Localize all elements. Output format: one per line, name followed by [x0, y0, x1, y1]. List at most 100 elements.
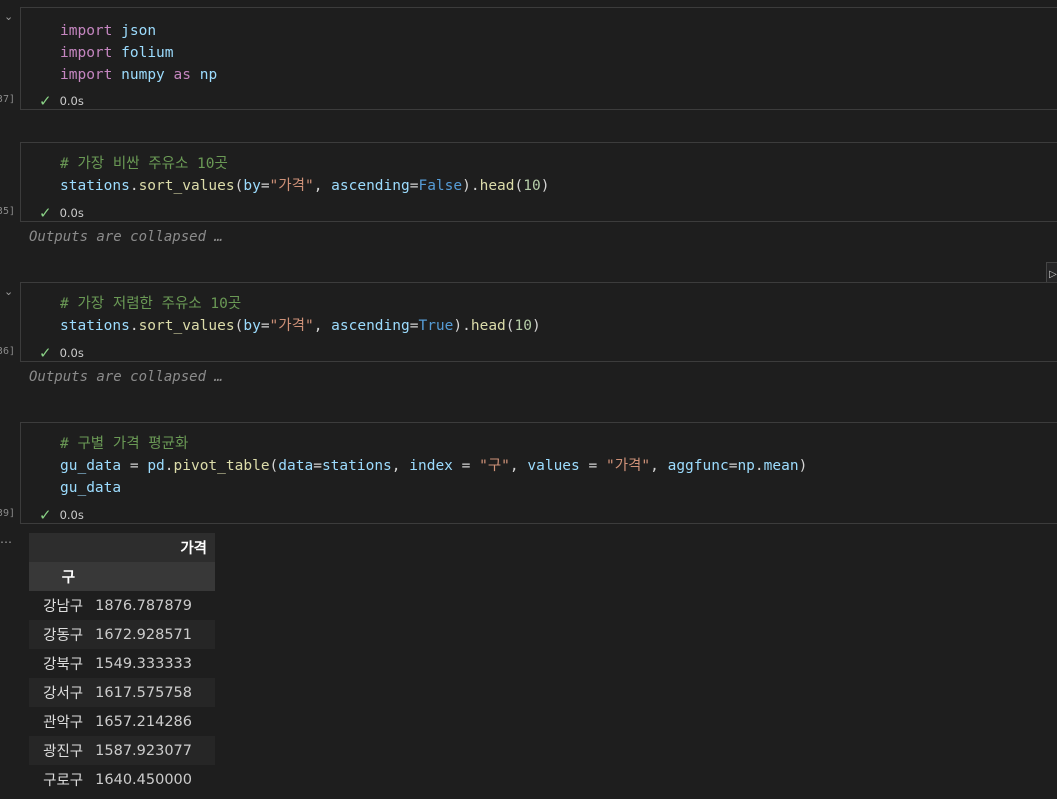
code-token: =	[260, 318, 270, 334]
outputs-collapsed-label[interactable]: Outputs are collapsed …	[29, 229, 223, 245]
code-token: ,	[313, 178, 332, 194]
table-header-row: 가격	[29, 533, 215, 562]
code-token: ,	[650, 458, 668, 474]
code-token: ).	[462, 178, 480, 194]
table-body: 강남구 1876.787879 강동구 1672.928571 강북구 1549.3333…	[29, 591, 215, 794]
code-token: =	[452, 458, 480, 474]
code-token: values	[527, 458, 580, 474]
cell-code[interactable]: # 구별 가격 평균화 gu_data = pd.pivot_table(data…	[60, 433, 807, 499]
code-token: "가격"	[269, 318, 314, 334]
check-icon: ✓	[39, 344, 52, 362]
table-row: 강서구 1617.575758	[29, 678, 215, 707]
code-line[interactable]: gu_data	[60, 477, 807, 499]
code-token: (	[269, 458, 279, 474]
code-token: (	[514, 178, 524, 194]
code-token: stations	[60, 178, 130, 194]
code-line[interactable]: # 구별 가격 평균화	[60, 433, 807, 455]
code-token: index	[409, 458, 453, 474]
cell-code[interactable]: import json import folium import numpy as …	[60, 20, 217, 86]
code-token: import	[60, 23, 113, 39]
chevron-down-icon[interactable]: ⌄	[4, 10, 13, 23]
code-line[interactable]: # 가장 저렴한 주유소 10곳	[60, 293, 541, 315]
code-token: =	[260, 178, 270, 194]
code-token: json	[121, 23, 157, 39]
code-token: 10	[514, 318, 532, 334]
code-token: head	[479, 178, 515, 194]
code-line[interactable]: stations.sort_values(by="가격", ascending=…	[60, 315, 541, 337]
code-cell-1[interactable]: import json import folium import numpy as …	[20, 7, 1057, 110]
row-index: 광진구	[43, 744, 84, 760]
cell-code[interactable]: # 가장 비싼 주유소 10곳 stations.sort_values (by="…	[60, 153, 549, 197]
code-token: .	[129, 318, 139, 334]
code-token: ).	[453, 318, 471, 334]
row-index: 강북구	[43, 657, 84, 673]
row-value: 1640.450000	[95, 771, 193, 788]
exec-time: 0.0s	[59, 94, 84, 108]
code-line[interactable]: import numpy as np	[60, 64, 217, 86]
outputs-collapsed-label[interactable]: Outputs are collapsed …	[29, 369, 223, 385]
table-row: 강동구 1672.928571	[29, 620, 215, 649]
code-line[interactable]: # 가장 비싼 주유소 10곳	[60, 153, 549, 175]
code-token: by	[243, 178, 261, 194]
check-icon: ✓	[39, 506, 52, 524]
code-cell-2[interactable]: # 가장 비싼 주유소 10곳 stations.sort_values (by="…	[20, 142, 1057, 222]
code-token: ,	[391, 458, 410, 474]
code-token: import	[60, 45, 113, 61]
exec-time: 0.0s	[59, 508, 84, 522]
table-row: 관악구 1657.214286	[29, 707, 215, 736]
index-name-row: 구	[29, 562, 215, 591]
dataframe-table: 가격 구 강남구 1876.787879 강동구 1672.928571 강북구 1549…	[29, 533, 215, 794]
code-token: (	[505, 318, 515, 334]
code-token: True	[418, 318, 454, 334]
code-token: np	[199, 67, 218, 83]
row-value: 1617.575758	[95, 684, 193, 701]
cell-status: ✓ 0.0s	[39, 205, 84, 221]
row-value: 1876.787879	[95, 597, 193, 614]
code-token: np	[737, 458, 755, 474]
code-token: )	[531, 318, 541, 334]
check-icon: ✓	[39, 92, 52, 110]
chevron-down-icon[interactable]: ⌄	[4, 285, 13, 298]
code-token: .	[129, 178, 139, 194]
code-token: "구"	[479, 458, 510, 474]
row-index: 관악구	[43, 715, 84, 731]
code-line[interactable]: import json	[60, 20, 217, 42]
code-token: # 구별 가격 평균화	[60, 436, 189, 452]
cell-status: ✓ 0.0s	[39, 507, 84, 523]
code-token: ascending	[331, 178, 410, 194]
row-value: 1587.923077	[95, 742, 193, 759]
index-name: 구	[61, 570, 76, 586]
code-line[interactable]: import folium	[60, 42, 217, 64]
code-token: False	[418, 178, 463, 194]
code-token: gu_data	[60, 480, 122, 496]
dataframe-output: 가격 구 강남구 1876.787879 강동구 1672.928571 강북구 1549…	[29, 533, 215, 794]
code-token: =	[121, 458, 148, 474]
code-token: )	[540, 178, 550, 194]
code-line[interactable]: stations.sort_values(by="가격", ascending=…	[60, 175, 549, 197]
code-token: by	[243, 318, 261, 334]
code-token: "가격"	[605, 458, 651, 474]
code-token: 10	[523, 178, 541, 194]
exec-time: 0.0s	[59, 346, 84, 360]
check-icon: ✓	[39, 204, 52, 222]
column-header: 가격	[180, 541, 207, 557]
code-token: .	[164, 458, 174, 474]
code-token: import	[60, 67, 113, 83]
execution-count: [37]	[0, 94, 15, 105]
code-token: sort_values	[138, 318, 235, 334]
code-token: ,	[509, 458, 528, 474]
code-token: .	[754, 458, 764, 474]
output-menu-icon[interactable]: ⋯	[0, 535, 12, 549]
row-index: 구로구	[43, 773, 84, 789]
row-index: 강남구	[43, 599, 84, 615]
code-line[interactable]: gu_data = pd.pivot_table(data=stations, …	[60, 455, 807, 477]
cell-status: ✓ 0.0s	[39, 93, 84, 109]
code-cell-4[interactable]: # 구별 가격 평균화 gu_data = pd.pivot_table(data…	[20, 422, 1057, 524]
cell-code[interactable]: # 가장 저렴한 주유소 10곳 stations.sort_values (by=…	[60, 293, 541, 337]
row-value: 1657.214286	[95, 713, 193, 730]
code-cell-3[interactable]: # 가장 저렴한 주유소 10곳 stations.sort_values (by=…	[20, 282, 1057, 362]
